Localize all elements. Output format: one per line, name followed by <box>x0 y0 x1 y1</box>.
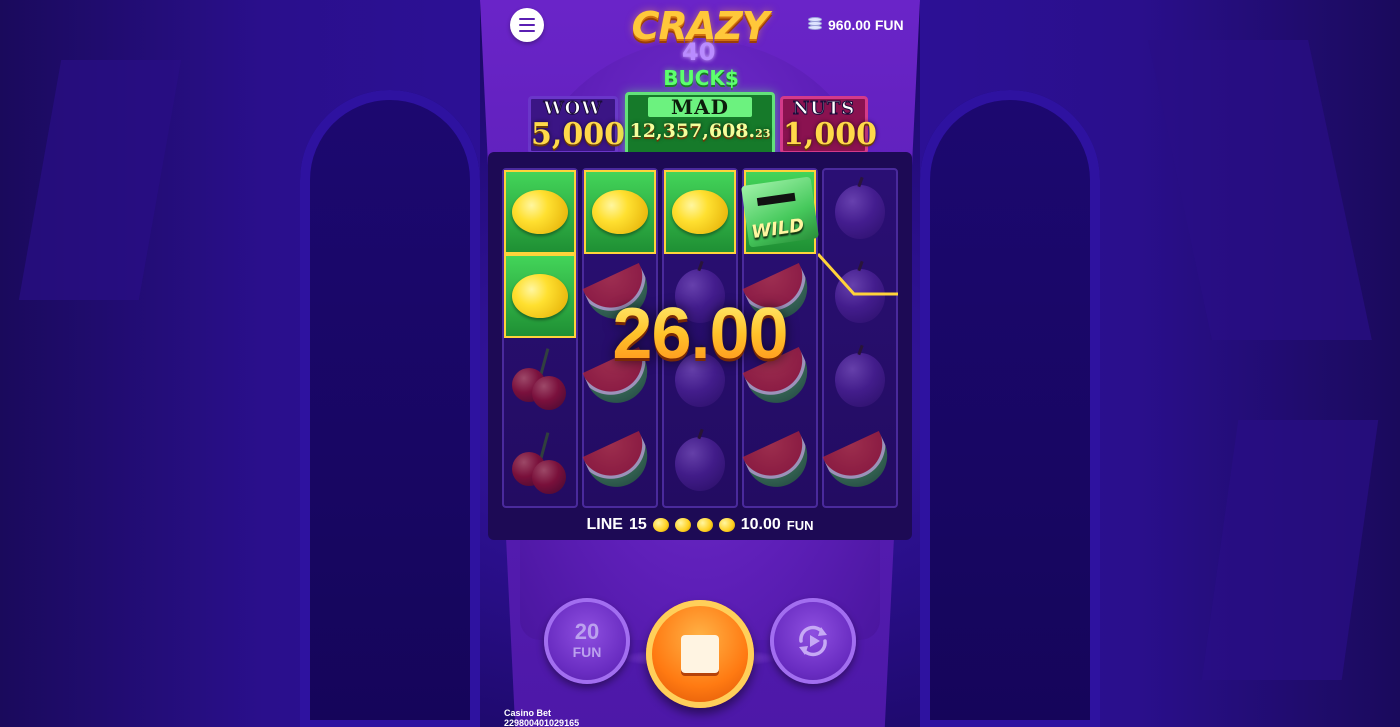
menu-button[interactable] <box>510 8 544 42</box>
hamburger-icon <box>519 18 535 20</box>
autoplay-button[interactable] <box>770 598 856 684</box>
watermelon-icon <box>582 430 658 498</box>
reel-cell <box>584 170 656 254</box>
operator-name: Casino Bet <box>504 708 552 718</box>
plum-icon <box>835 353 885 407</box>
jackpot-wow-title: WOW <box>543 98 603 119</box>
reel-5 <box>822 168 898 508</box>
reel-cell <box>822 422 898 506</box>
jackpot-wow-value: 5,000 <box>531 117 625 152</box>
plum-icon <box>835 185 885 239</box>
balance-display: 960.00 FUN <box>808 14 904 36</box>
stop-spin-button[interactable] <box>646 600 754 708</box>
round-id: 229800401029165 <box>504 718 580 727</box>
lemon-icon <box>696 518 713 532</box>
game-logo: CRAZY 40 BUCK$ <box>620 6 780 92</box>
win-amount: 26.00 <box>600 294 800 374</box>
lemon-icon <box>512 274 568 318</box>
bet-unit: FUN <box>572 644 602 660</box>
payline-indicator <box>818 252 898 296</box>
reel-cell <box>504 422 576 506</box>
bet-amount: 20 <box>574 619 600 644</box>
wild-icon: WILD <box>741 176 819 248</box>
reel-cell <box>504 170 576 254</box>
line-win-info: LINE 15 10.00 FUN <box>500 514 900 536</box>
lemon-icon <box>672 190 728 234</box>
reel-cell <box>742 422 818 506</box>
balance-value: 960.00 <box>828 17 871 33</box>
lemon-icon <box>652 518 669 532</box>
background-arch-left <box>300 90 480 727</box>
reel-cell <box>824 170 896 254</box>
watermelon-icon <box>742 430 818 498</box>
stop-icon <box>681 635 719 673</box>
reel-cell <box>664 170 736 254</box>
footer-info: Casino Bet 229800401029165 <box>504 708 579 727</box>
logo-number: 40 <box>682 38 716 66</box>
wild-label: WILD <box>750 214 806 244</box>
coins-icon <box>808 17 824 33</box>
lemon-icon <box>674 518 691 532</box>
jackpot-nuts: NUTS 1,000 <box>780 96 877 154</box>
reel-cell <box>824 338 896 422</box>
cherries-icon <box>508 432 572 496</box>
line-number: 15 <box>628 516 647 533</box>
lemon-icon <box>592 190 648 234</box>
plum-icon <box>675 437 725 491</box>
cherries-icon <box>508 348 572 412</box>
reel-cell <box>664 422 736 506</box>
reel-cell <box>504 254 576 338</box>
balance-unit: FUN <box>874 17 904 33</box>
line-win-unit: FUN <box>786 517 814 533</box>
jackpot-mad: MAD 12,357,608.23 <box>625 92 775 156</box>
watermelon-icon <box>822 430 898 498</box>
lemon-icon <box>512 190 568 234</box>
jackpot-nuts-value: 1,000 <box>783 117 877 152</box>
background-arch-right <box>920 90 1100 727</box>
lemon-icon <box>718 518 735 532</box>
jackpot-nuts-title: NUTS <box>792 98 856 119</box>
reel-cell <box>582 422 658 506</box>
line-win-amount: 10.00 <box>740 516 781 533</box>
jackpot-mad-value: 12,357,608.23 <box>629 120 771 142</box>
autoplay-icon <box>799 625 827 657</box>
jackpot-mad-title: MAD <box>648 97 752 117</box>
reel-1 <box>502 168 578 508</box>
bet-button[interactable]: 20 FUN <box>544 598 630 684</box>
jackpot-mad-cents: 23 <box>755 127 771 140</box>
jackpot-wow: WOW 5,000 <box>528 96 625 154</box>
reel-cell <box>504 338 576 422</box>
logo-bucks: BUCK$ <box>663 66 739 90</box>
line-label: LINE <box>586 516 623 533</box>
reel-cell: WILD <box>741 170 819 254</box>
